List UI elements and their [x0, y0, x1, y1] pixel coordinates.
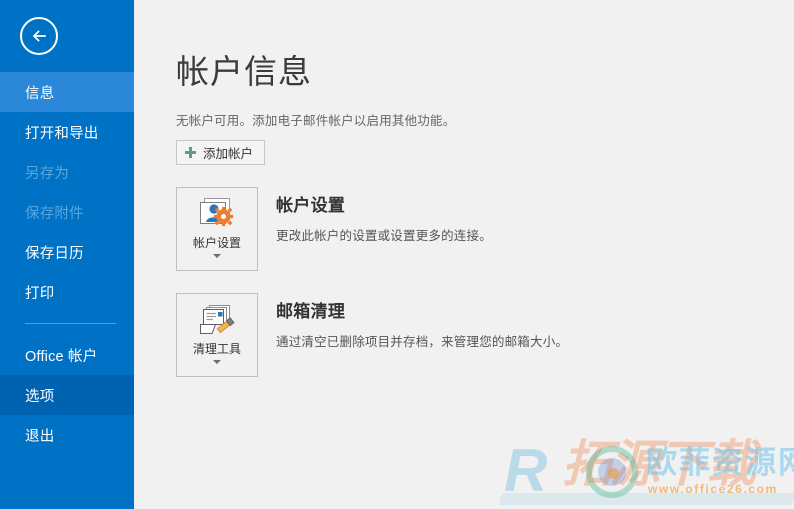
watermark-site-url: www.office26.com — [648, 482, 778, 496]
account-settings-heading: 帐户设置 — [276, 195, 346, 215]
watermark-dot-icon — [608, 468, 619, 479]
sidebar-item-label: 信息 — [25, 85, 55, 102]
sidebar-item-exit[interactable]: 退出 — [0, 415, 134, 455]
account-settings-tile-label: 帐户设置 — [192, 235, 241, 250]
backstage-sidebar: 信息 打开和导出 另存为 保存附件 保存日历 打印 Office 帐户 选项 退… — [0, 0, 134, 509]
watermark-band — [500, 493, 794, 505]
mailbox-cleanup-text: 邮箱清理 通过清空已删除项目并存档，来管理您的邮箱大小。 — [276, 293, 568, 350]
sidebar-item-save-attachments: 保存附件 — [0, 192, 134, 232]
account-settings-icon — [200, 197, 234, 227]
watermark-inner-circle-icon — [598, 458, 626, 486]
account-status-text: 无帐户可用。添加电子邮件帐户以启用其他功能。 — [176, 113, 456, 128]
sidebar-item-label: Office 帐户 — [25, 348, 98, 365]
chevron-down-icon[interactable] — [213, 359, 221, 364]
sidebar-item-label: 选项 — [25, 388, 55, 405]
watermark-ring-icon — [586, 446, 638, 498]
back-button-container — [0, 0, 134, 72]
page-title: 帐户信息 — [176, 53, 312, 90]
sidebar-divider — [25, 323, 116, 324]
back-arrow-icon — [32, 30, 46, 42]
sidebar-item-save-as: 另存为 — [0, 152, 134, 192]
add-account-button-label: 添加帐户 — [203, 146, 254, 161]
sidebar-item-label: 退出 — [25, 428, 55, 445]
sidebar-item-info[interactable]: 信息 — [0, 72, 134, 112]
sidebar-item-label: 打印 — [25, 285, 55, 302]
tile-glyph-container — [197, 188, 237, 236]
add-account-button[interactable]: 添加帐户 — [176, 139, 266, 165]
watermark-letter: R — [504, 437, 548, 504]
sidebar-item-label: 另存为 — [25, 165, 70, 182]
account-settings-description: 更改此帐户的设置或设置更多的连接。 — [276, 228, 492, 243]
feature-account-settings: 帐户设置 帐户设置 更改此帐户的设置或设置更多的连接。 — [176, 186, 794, 271]
site-watermark: R 拓源下载 欧菲资源网 www.office26.com — [500, 437, 794, 509]
sidebar-item-save-calendar[interactable]: 保存日历 — [0, 232, 134, 272]
account-settings-text: 帐户设置 更改此帐户的设置或设置更多的连接。 — [276, 187, 492, 244]
chevron-down-icon[interactable] — [213, 253, 221, 258]
tile-glyph-container — [197, 294, 237, 342]
mailbox-cleanup-description: 通过清空已删除项目并存档，来管理您的邮箱大小。 — [276, 334, 569, 349]
sidebar-item-office-account[interactable]: Office 帐户 — [0, 335, 134, 375]
account-settings-tile[interactable]: 帐户设置 — [176, 186, 258, 271]
watermark-site-name: 欧菲资源网 — [646, 445, 794, 480]
outlook-backstage-window: 信息 打开和导出 另存为 保存附件 保存日历 打印 Office 帐户 选项 退… — [0, 0, 794, 509]
sidebar-item-options[interactable]: 选项 — [0, 375, 134, 415]
sidebar-item-open-export[interactable]: 打开和导出 — [0, 112, 134, 152]
feature-mailbox-cleanup: 清理工具 邮箱清理 通过清空已删除项目并存档，来管理您的邮箱大小。 — [176, 292, 794, 377]
sidebar-item-label: 保存日历 — [25, 245, 84, 262]
mailbox-cleanup-icon — [200, 304, 235, 334]
watermark-overlay-text: 拓源下载 — [562, 437, 756, 492]
mailbox-cleanup-tile-label: 清理工具 — [192, 341, 241, 356]
plus-icon — [185, 146, 196, 158]
sidebar-item-print[interactable]: 打印 — [0, 272, 134, 312]
sidebar-item-label: 打开和导出 — [25, 125, 99, 142]
mailbox-cleanup-tile[interactable]: 清理工具 — [176, 292, 258, 377]
sidebar-item-label: 保存附件 — [25, 205, 84, 222]
back-button[interactable] — [20, 17, 58, 55]
account-info-pane: 帐户信息 无帐户可用。添加电子邮件帐户以启用其他功能。 添加帐户 帐户设置 帐户… — [134, 0, 794, 509]
mailbox-cleanup-heading: 邮箱清理 — [276, 301, 346, 321]
sidebar-nav: 信息 打开和导出 另存为 保存附件 保存日历 打印 Office 帐户 选项 退… — [0, 72, 134, 455]
